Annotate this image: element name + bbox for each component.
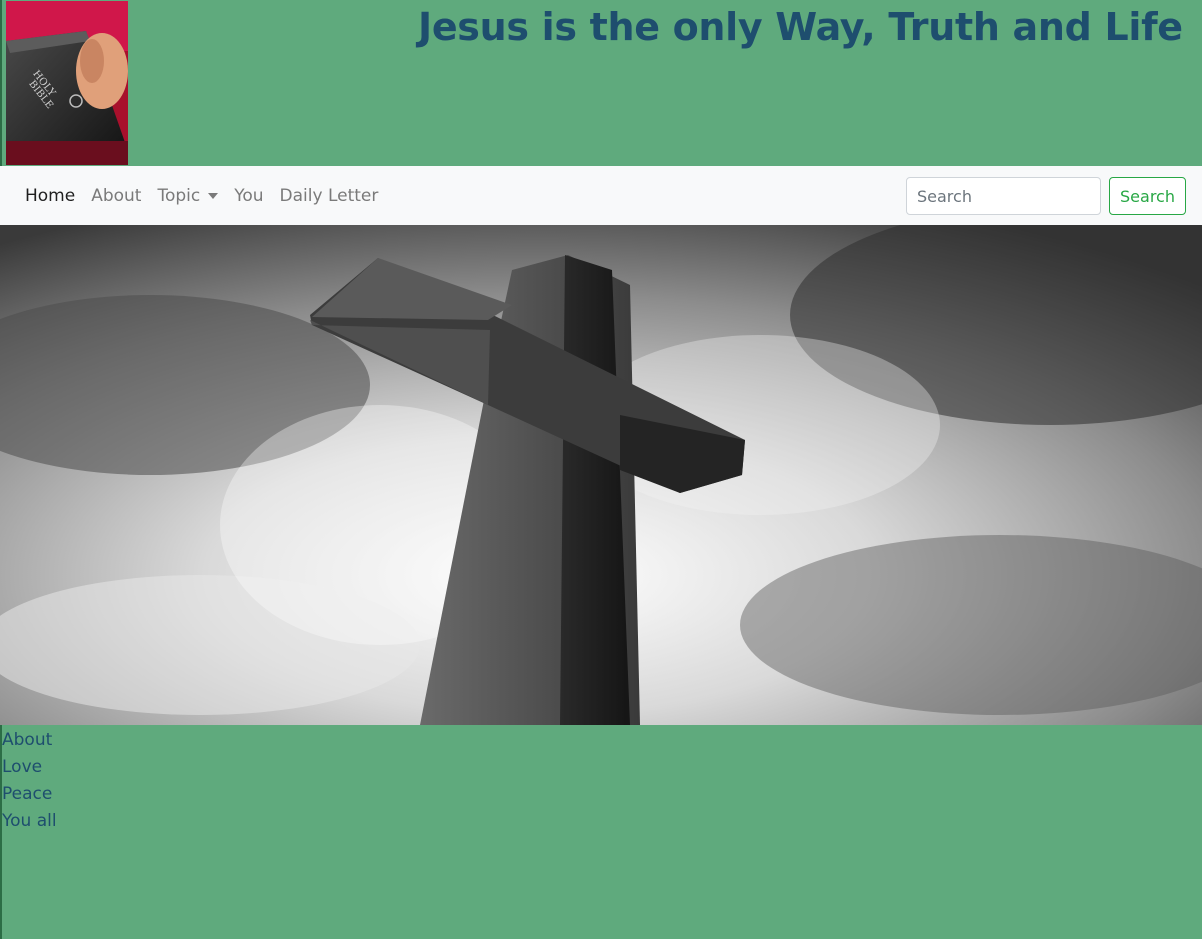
nav-topic-dropdown[interactable]: Topic — [157, 185, 219, 206]
search-input[interactable] — [906, 177, 1101, 215]
content-section: About Love Peace You all — [0, 725, 1202, 939]
nav-daily-letter[interactable]: Daily Letter — [280, 186, 379, 206]
caret-down-icon — [208, 192, 219, 199]
nav-about[interactable]: About — [91, 186, 141, 206]
content-link-you-all[interactable]: You all — [2, 808, 57, 835]
content-link-peace[interactable]: Peace — [2, 781, 57, 808]
search-button[interactable]: Search — [1109, 177, 1186, 215]
site-title: Jesus is the only Way, Truth and Life — [418, 5, 1183, 49]
content-link-list: About Love Peace You all — [2, 727, 57, 835]
nav-topic-label: Topic — [157, 185, 201, 206]
site-header: HOLY BIBLE Jesus is the only Way, Truth … — [0, 0, 1202, 166]
bible-logo-image[interactable]: HOLY BIBLE — [6, 1, 128, 165]
content-link-love[interactable]: Love — [2, 754, 57, 781]
hero-cross-image — [0, 225, 1202, 725]
nav-home[interactable]: Home — [25, 186, 75, 206]
navbar: Home About Topic You Daily Letter Search — [0, 166, 1202, 225]
nav-links: Home About Topic You Daily Letter — [25, 166, 394, 225]
content-link-about[interactable]: About — [2, 727, 57, 754]
nav-you[interactable]: You — [234, 186, 263, 206]
